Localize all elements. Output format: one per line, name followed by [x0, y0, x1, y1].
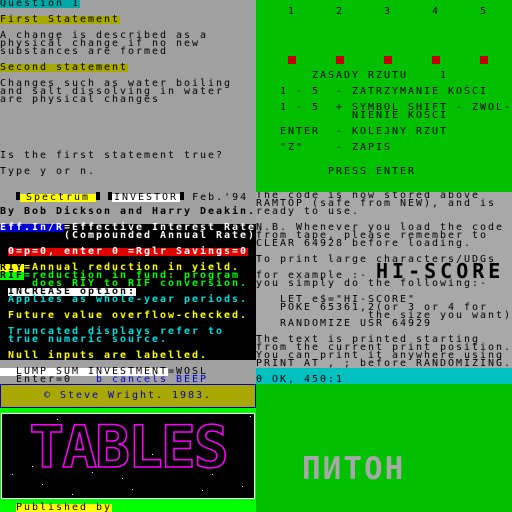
text-line: ready to use.	[256, 206, 361, 217]
rule-line: 1 - 5 - ZATRZYMANIE KOŚCI	[280, 86, 489, 97]
spectrum-badge: Spectrum	[20, 193, 97, 203]
dice-screen: 1 2 3 4 5 ZASADY RZUTU 1 1 - 5 - ZATRZYM…	[256, 0, 512, 192]
question-title: Question 1	[0, 0, 81, 9]
cancel-beep-hint[interactable]: b cancels BEEP	[96, 375, 208, 385]
die-number: 2	[336, 6, 345, 17]
text-line: PRINT AT_,_; before RANDOMIZING.	[256, 358, 512, 369]
rule-line: NIENIE KOŚCI	[280, 110, 449, 121]
piton-title-screen: ПИТОН	[256, 384, 512, 512]
authors: By Bob Dickson and Harry Deakin.	[0, 206, 256, 217]
status-message: 0 OK, 450:1	[256, 374, 345, 385]
info-line: Null inputs are labelled.	[8, 350, 209, 361]
press-enter-prompt[interactable]: PRESS ENTER	[328, 167, 416, 177]
published-by: Published by	[16, 502, 113, 512]
quiz-screen: Question 1 First Statement A change is d…	[0, 0, 256, 192]
input-hint[interactable]: Type y or n.	[0, 167, 96, 177]
second-statement-label: Second statement	[0, 62, 129, 73]
text-line: you simply do the following:-	[256, 278, 489, 289]
info-line: Future value overflow-checked.	[8, 310, 249, 321]
investor-badge: INVESTOR	[112, 192, 181, 203]
question-prompt: Is the first statement true?	[0, 150, 225, 161]
die-marker	[288, 56, 296, 64]
text-line: CLEAR 64928 before loading.	[256, 238, 473, 249]
rule-line: "Z" - ZAPIS	[280, 142, 393, 153]
copyright: © Steve Wright. 1983.	[43, 390, 212, 401]
first-statement-label: First Statement	[0, 14, 121, 25]
savings-bar: 0=p=0, enter 0 =Rglr Savings=0	[8, 246, 249, 257]
investor-screen: Spectrum INVESTOR Feb.'94 By Bob Dickson…	[0, 192, 256, 384]
hi-score-sample: HI-SCORE	[376, 259, 505, 283]
code-line: RANDOMIZE USR 64929	[256, 318, 433, 329]
tables-title-screen: © Steve Wright. 1983. TABLES Published b…	[0, 384, 256, 512]
piton-logo: ПИТОН	[302, 451, 406, 487]
die-number: 3	[384, 6, 393, 17]
rule-line: ENTER - KOLEJNY RZUT	[280, 126, 449, 137]
code-loader-screen: The code is now stored above RAMTOP (saf…	[256, 192, 512, 384]
statement-text: are physical changes	[0, 94, 161, 105]
tables-logo: TABLES	[12, 412, 251, 495]
info-line: Applies as whole-year periods.	[8, 294, 249, 305]
enter-hint[interactable]: Enter=0	[0, 375, 72, 385]
eff-text2: (Compounded Annual Rate)	[0, 230, 256, 241]
die-number: 4	[432, 6, 441, 17]
die-marker	[384, 56, 392, 64]
statement-text: substances are formed	[0, 46, 169, 57]
logo-box: TABLES	[1, 412, 255, 499]
die-number: 5	[480, 6, 489, 17]
die-marker	[480, 56, 488, 64]
logo-text: TABLES	[29, 414, 227, 481]
info-line: true numeric source.	[8, 334, 169, 345]
die-marker	[432, 56, 440, 64]
die-number: 1	[288, 6, 297, 17]
rules-heading: ZASADY RZUTU 1	[312, 70, 449, 81]
issue-date: Feb.'94	[192, 192, 249, 203]
die-marker	[336, 56, 344, 64]
